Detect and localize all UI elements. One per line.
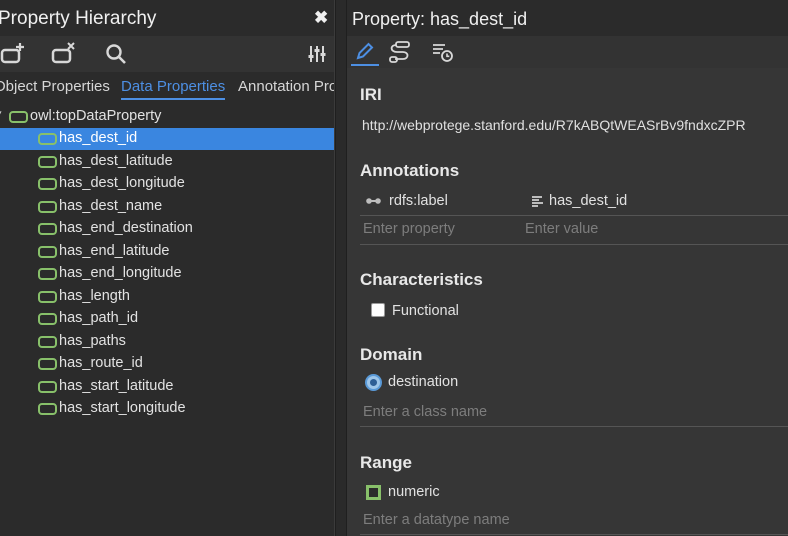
- tab-object-properties[interactable]: Object Properties: [0, 78, 110, 95]
- data-property-icon: [38, 381, 57, 393]
- editor-toolbar: [347, 36, 788, 68]
- row-divider: [360, 534, 788, 535]
- editor-title: Property: has_dest_id: [352, 9, 528, 29]
- range-value[interactable]: numeric: [388, 484, 440, 500]
- datatype-name-input[interactable]: Enter a datatype name: [363, 512, 510, 528]
- data-property-icon: [38, 336, 57, 348]
- domain-heading: Domain: [360, 345, 423, 364]
- tree-item-label: has_dest_name: [59, 198, 163, 214]
- annotations-heading: Annotations: [360, 161, 460, 180]
- expand-arrow-icon[interactable]: ▾: [0, 107, 2, 120]
- tree-item-label: has_dest_latitude: [59, 153, 173, 169]
- search-icon[interactable]: [102, 40, 130, 68]
- data-property-icon: [38, 133, 57, 145]
- domain-value[interactable]: destination: [388, 374, 458, 390]
- tree-item[interactable]: has_dest_name: [0, 196, 334, 218]
- row-divider: [360, 426, 788, 427]
- tab-annotation-properties[interactable]: Annotation Pro: [238, 78, 334, 95]
- data-property-icon: [38, 156, 57, 168]
- row-divider: [360, 244, 788, 245]
- tree-item[interactable]: has_end_latitude: [0, 241, 334, 263]
- history-list-icon[interactable]: [429, 38, 457, 66]
- tab-data-properties[interactable]: Data Properties: [121, 78, 226, 100]
- editor-content: IRI http://webprotege.stanford.edu/R7kAB…: [347, 68, 788, 536]
- tree-item[interactable]: has_route_id: [0, 353, 334, 375]
- delete-property-icon[interactable]: [50, 40, 78, 68]
- tree-item-label: has_end_longitude: [59, 265, 182, 281]
- close-panel-button[interactable]: ✖: [314, 8, 328, 28]
- tree-root-item[interactable]: ▾ owl:topDataProperty: [0, 106, 334, 128]
- functional-checkbox[interactable]: [371, 303, 385, 317]
- data-property-icon: [38, 246, 57, 258]
- class-name-input[interactable]: Enter a class name: [363, 404, 487, 420]
- data-property-icon: [38, 291, 57, 303]
- tree-item-label: has_end_latitude: [59, 243, 170, 259]
- annotation-property-icon: [366, 195, 386, 211]
- value-input[interactable]: Enter value: [525, 221, 598, 237]
- row-divider: [360, 215, 788, 216]
- data-property-icon: [38, 178, 57, 190]
- splitter-grip[interactable]: [336, 0, 346, 536]
- tree-item[interactable]: has_dest_longitude: [0, 173, 334, 195]
- tree-item-label: has_path_id: [59, 310, 139, 326]
- tree-item[interactable]: has_end_longitude: [0, 263, 334, 285]
- tree-item[interactable]: has_end_destination: [0, 218, 334, 240]
- tree-item[interactable]: has_start_latitude: [0, 376, 334, 398]
- range-heading: Range: [360, 453, 412, 472]
- property-input[interactable]: Enter property: [363, 221, 455, 237]
- data-property-icon: [38, 313, 57, 325]
- panel-splitter[interactable]: [334, 0, 347, 536]
- hierarchy-toolbar: [0, 36, 334, 72]
- property-editor-panel: Property: has_dest_id IRI http://webprot…: [347, 0, 788, 536]
- data-property-icon: [9, 111, 28, 123]
- tree-item-label: has_end_destination: [59, 220, 193, 236]
- tree-item[interactable]: has_paths: [0, 331, 334, 353]
- functional-label: Functional: [392, 303, 459, 319]
- tree-item[interactable]: has_dest_id: [0, 128, 334, 150]
- literal-value-icon: [531, 195, 545, 213]
- iri-value[interactable]: http://webprotege.stanford.edu/R7kABQtWE…: [362, 117, 746, 133]
- tree-item[interactable]: has_length: [0, 286, 334, 308]
- tree-item[interactable]: has_start_longitude: [0, 398, 334, 420]
- edit-pencil-icon[interactable]: [351, 38, 379, 66]
- tree-item-label: owl:topDataProperty: [30, 108, 162, 124]
- data-property-icon: [38, 223, 57, 235]
- panel-title: Property Hierarchy: [0, 8, 157, 29]
- datatype-icon: [366, 485, 381, 500]
- annotation-property[interactable]: rdfs:label: [389, 193, 448, 209]
- tree-item-label: has_dest_longitude: [59, 175, 185, 191]
- class-icon: [365, 374, 382, 391]
- tree-item[interactable]: has_path_id: [0, 308, 334, 330]
- tree-item-label: has_start_longitude: [59, 400, 186, 416]
- tree-item-label: has_start_latitude: [59, 378, 174, 394]
- iri-heading: IRI: [360, 85, 382, 104]
- tree-item[interactable]: has_dest_latitude: [0, 151, 334, 173]
- data-property-icon: [38, 403, 57, 415]
- annotation-value[interactable]: has_dest_id: [549, 193, 627, 209]
- tree-item-label: has_route_id: [59, 355, 143, 371]
- characteristics-heading: Characteristics: [360, 270, 483, 289]
- tree-item-label: has_dest_id: [59, 130, 138, 146]
- data-property-icon: [38, 358, 57, 370]
- data-property-icon: [38, 201, 57, 213]
- settings-sliders-icon[interactable]: [303, 40, 331, 68]
- property-type-tabs: Object Properties Data Properties Annota…: [0, 74, 334, 100]
- property-hierarchy-panel: Property Hierarchy ✖ Object Properties D…: [0, 0, 334, 536]
- tree-item-label: has_length: [59, 288, 130, 304]
- hierarchy-path-icon[interactable]: [387, 38, 415, 66]
- tree-item-label: has_paths: [59, 333, 126, 349]
- data-property-icon: [38, 268, 57, 280]
- add-property-icon[interactable]: [0, 40, 28, 68]
